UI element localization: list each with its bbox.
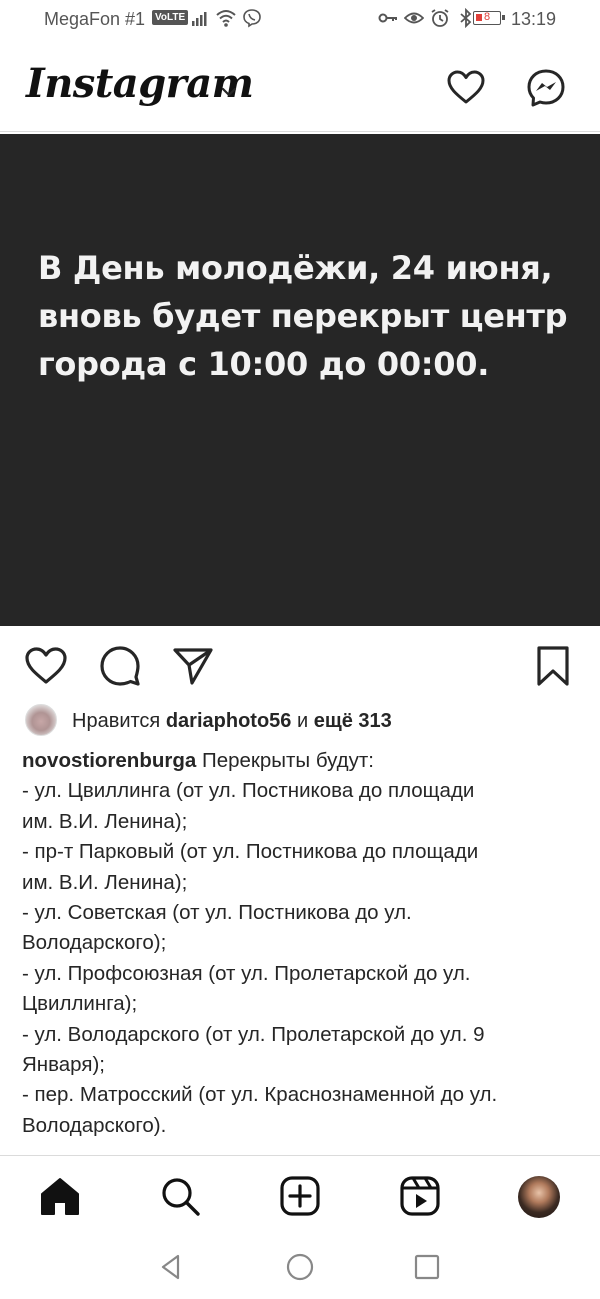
caption-line: им. В.И. Ленина); [22, 809, 188, 833]
post-image-text: В День молодёжи, 24 июня, вновь будет пе… [38, 249, 568, 383]
wifi-icon [216, 10, 236, 27]
home-icon[interactable] [38, 1174, 82, 1218]
eye-icon [404, 12, 424, 24]
volte-badge: VoLTE [152, 10, 189, 25]
liker-avatar[interactable] [25, 704, 57, 736]
chevron-down-icon[interactable] [220, 86, 238, 98]
likes-count[interactable]: ещё 313 [314, 710, 392, 732]
caption-line: - ул. Профсоюзная (от ул. Пролетарской д… [22, 961, 471, 985]
recents-icon[interactable] [412, 1252, 442, 1282]
share-icon[interactable] [171, 644, 215, 688]
caption-line: им. В.И. Ленина); [22, 870, 188, 894]
caption-line: - пр-т Парковый (от ул. Постникова до пл… [22, 840, 479, 864]
battery-icon: 8 [473, 11, 505, 25]
key-icon [378, 13, 397, 23]
profile-avatar[interactable] [518, 1176, 560, 1218]
heart-icon[interactable] [446, 68, 486, 108]
caption-line: Володарского); [22, 931, 167, 955]
post-actions [0, 636, 600, 692]
comment-icon[interactable] [98, 644, 142, 688]
caption-line: Цвиллинга); [22, 992, 138, 1016]
signal-icon [192, 12, 207, 26]
app-header: Instagram [0, 48, 600, 132]
likes-prefix: Нравится [72, 710, 161, 732]
likes-middle: и [296, 710, 309, 732]
post-image[interactable]: В День молодёжи, 24 июня, вновь будет пе… [0, 134, 600, 626]
viber-icon [243, 9, 261, 28]
bookmark-icon[interactable] [531, 644, 575, 688]
caption-username[interactable]: novostiorenburga [22, 749, 196, 772]
bottom-nav [0, 1155, 600, 1236]
caption-line: - ул. Цвиллинга (от ул. Постникова до пл… [22, 779, 475, 803]
caption-line: - пер. Матросский (от ул. Краснознаменно… [22, 1083, 498, 1107]
new-post-icon[interactable] [278, 1174, 322, 1218]
heart-icon[interactable] [24, 644, 68, 688]
instagram-logo[interactable]: Instagram [26, 60, 254, 107]
carrier-name: MegaFon #1 [44, 9, 146, 29]
status-bar: MegaFon #1 VoLTE 8 13:19 [0, 0, 600, 40]
system-nav-bar [0, 1236, 600, 1299]
caption-line: Января); [22, 1053, 105, 1077]
caption-first-line: Перекрыты будут: [196, 749, 374, 772]
caption-line: - ул. Советская (от ул. Постникова до ул… [22, 901, 412, 925]
alarm-icon [431, 9, 449, 27]
header-divider [0, 131, 600, 132]
post-caption: novostiorenburga Перекрыты будут: - ул. … [22, 746, 582, 1141]
back-icon[interactable] [156, 1252, 186, 1282]
messenger-icon[interactable] [526, 68, 566, 108]
reels-icon[interactable] [398, 1174, 442, 1218]
search-icon[interactable] [158, 1174, 202, 1218]
likes-row[interactable]: Нравится dariaphoto56 и ещё 313 [22, 704, 582, 738]
likes-text[interactable]: Нравится dariaphoto56 и ещё 313 [72, 710, 392, 733]
home-circle-icon[interactable] [285, 1252, 315, 1282]
caption-line: - ул. Володарского (от ул. Пролетарской … [22, 1022, 485, 1046]
liker-username[interactable]: dariaphoto56 [166, 710, 292, 732]
status-time: 13:19 [511, 9, 557, 29]
caption-line: Володарского). [22, 1113, 167, 1137]
